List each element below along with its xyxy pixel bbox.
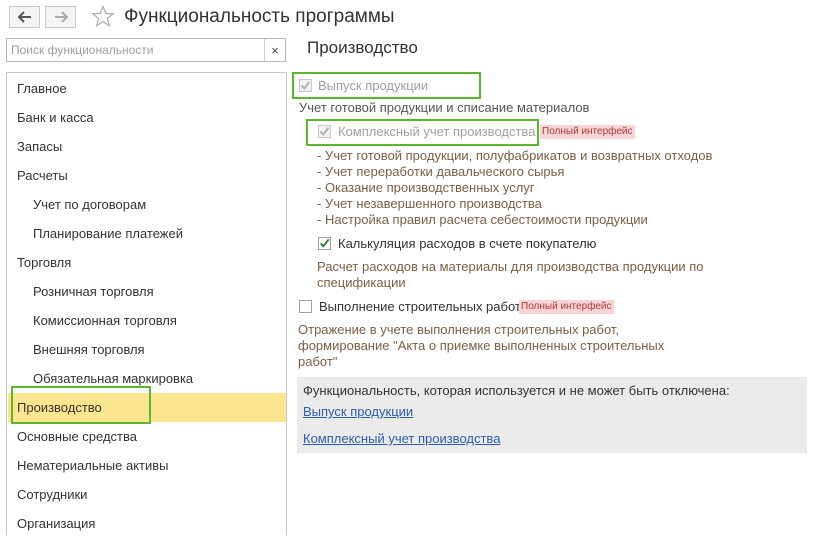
- sidebar: Главное Банк и касса Запасы Расчеты Учет…: [6, 72, 287, 535]
- forward-button[interactable]: [45, 6, 76, 28]
- favorite-button[interactable]: [91, 4, 115, 31]
- clear-search-button[interactable]: ×: [264, 39, 285, 61]
- cost-calculation-description: Расчет расходов на материалы для произво…: [317, 259, 704, 274]
- complex-accounting-highlight: [306, 119, 539, 146]
- sidebar-item-trade[interactable]: Торговля: [8, 248, 286, 277]
- production-output-highlight: [292, 72, 481, 99]
- sidebar-item-retail[interactable]: Розничная торговля: [8, 277, 286, 306]
- detail-line: - Настройка правил расчета себестоимости…: [317, 212, 648, 227]
- arrow-right-icon: [54, 11, 68, 23]
- detail-line: - Оказание производственных услуг: [317, 180, 535, 195]
- sidebar-highlight-frame: [11, 386, 151, 424]
- sidebar-item-foreign-trade[interactable]: Внешняя торговля: [8, 335, 286, 364]
- production-output-link[interactable]: Выпуск продукции: [303, 404, 413, 419]
- detail-line: - Учет переработки давальческого сырья: [317, 164, 565, 179]
- back-button[interactable]: [9, 6, 40, 28]
- sidebar-item-employees[interactable]: Сотрудники: [8, 480, 286, 509]
- detail-line: - Учет незавершенного производства: [317, 196, 542, 211]
- production-output-description: Учет готовой продукции и списание матери…: [299, 100, 590, 115]
- search-input[interactable]: [11, 42, 261, 58]
- section-title: Производство: [307, 38, 418, 57]
- arrow-left-icon: [17, 11, 31, 23]
- complex-accounting-link[interactable]: Комплексный учет производства: [303, 431, 500, 446]
- star-icon: [91, 4, 115, 28]
- sidebar-item-settlements[interactable]: Расчеты: [8, 161, 286, 190]
- sidebar-item-inventory[interactable]: Запасы: [8, 132, 286, 161]
- sidebar-item-contracts[interactable]: Учет по договорам: [8, 190, 286, 219]
- search-box: ×: [6, 38, 286, 62]
- construction-description: формирование "Акта о приемке выполненных…: [298, 338, 665, 353]
- sidebar-item-fixed-assets[interactable]: Основные средства: [8, 422, 286, 451]
- cost-calculation-description: спецификации: [317, 275, 406, 290]
- sidebar-item-bank[interactable]: Банк и касса: [8, 103, 286, 132]
- construction-checkbox[interactable]: [299, 300, 312, 313]
- window-title: Функциональность программы: [124, 6, 395, 27]
- checkmark-icon: [320, 238, 330, 248]
- detail-line: - Учет готовой продукции, полуфабрикатов…: [317, 148, 713, 163]
- always-on-info-text: Функциональность, которая используется и…: [303, 383, 730, 398]
- sidebar-item-organization[interactable]: Организация: [8, 509, 286, 538]
- sidebar-item-main[interactable]: Главное: [8, 74, 286, 103]
- construction-description: работ": [298, 354, 338, 369]
- cost-calculation-checkbox[interactable]: [318, 237, 331, 250]
- sidebar-item-intangible-assets[interactable]: Нематериальные активы: [8, 451, 286, 480]
- construction-description: Отражение в учете выполнения строительны…: [298, 322, 620, 337]
- cost-calculation-label: Калькуляция расходов в счете покупателю: [338, 236, 597, 251]
- sidebar-item-payment-planning[interactable]: Планирование платежей: [8, 219, 286, 248]
- full-interface-badge: Полный интерфейс: [519, 300, 614, 314]
- construction-label: Выполнение строительных работ: [319, 299, 521, 314]
- sidebar-item-commission[interactable]: Комиссионная торговля: [8, 306, 286, 335]
- full-interface-badge: Полный интерфейс: [540, 125, 635, 139]
